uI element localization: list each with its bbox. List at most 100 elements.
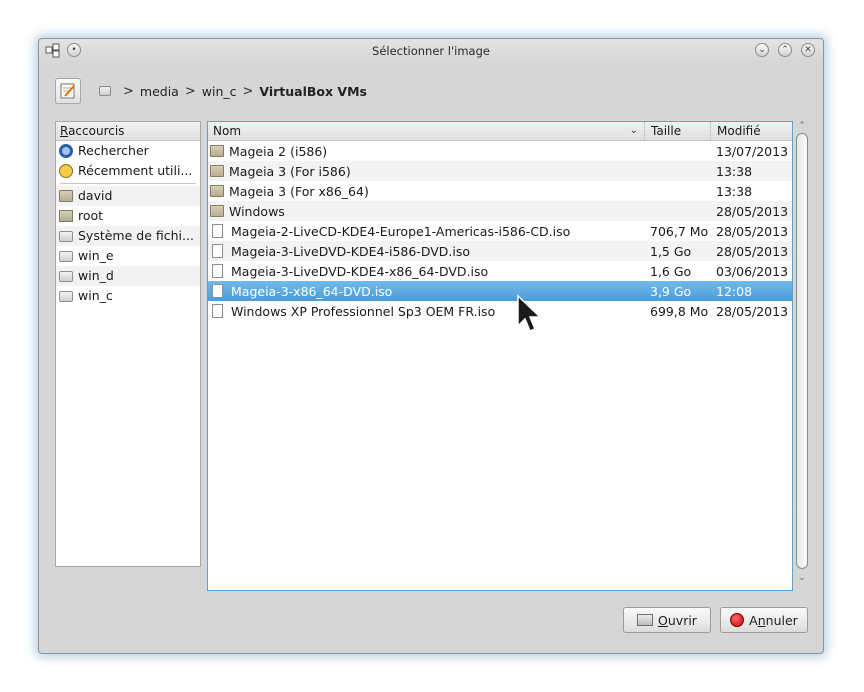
file-name: Mageia-3-LiveDVD-KDE4-x86_64-DVD.iso <box>231 263 489 279</box>
places-item-filesystem[interactable]: Système de fichi... <box>56 226 200 246</box>
table-row-selected[interactable]: Mageia-3-x86_64-DVD.iso 3,9 Go 12:08 <box>208 281 792 301</box>
folder-icon <box>210 185 224 197</box>
document-icon <box>212 224 223 238</box>
file-modified: 13:38 <box>716 183 753 199</box>
file-name: Mageia-2-LiveCD-KDE4-Europe1-Americas-i5… <box>231 223 571 239</box>
file-name: Windows <box>229 203 285 219</box>
places-item-label: root <box>78 208 104 223</box>
file-list[interactable]: Nom ⌄ Taille Modifié Mageia 2 (i586) 13/… <box>207 121 793 591</box>
chevron-right-icon: > <box>242 83 254 99</box>
crumb-win-c[interactable]: win_c <box>202 84 237 99</box>
places-item-root[interactable]: root <box>56 206 200 226</box>
places-item-win-d[interactable]: win_d <box>56 266 200 286</box>
vertical-scrollbar[interactable]: ⌃ ⌄ <box>795 121 809 591</box>
chevron-right-icon: > <box>123 83 134 99</box>
clock-icon <box>59 164 73 178</box>
drive-icon <box>59 230 73 242</box>
file-size: 1,6 Go <box>650 263 692 279</box>
open-accel: O <box>658 612 668 628</box>
folder-open-icon <box>637 614 654 626</box>
search-icon <box>59 144 73 158</box>
root-drive-icon[interactable] <box>99 86 111 96</box>
folder-icon <box>210 165 224 177</box>
file-modified: 13:38 <box>716 163 753 179</box>
table-row[interactable]: Mageia-2-LiveCD-KDE4-Europe1-Americas-i5… <box>208 221 792 241</box>
mouse-pointer-icon <box>517 294 542 332</box>
divider <box>60 183 196 184</box>
cancel-button[interactable]: An nuler <box>720 607 808 633</box>
file-size: 1,5 Go <box>650 243 692 259</box>
places-item-recent[interactable]: Récemment utili... <box>56 161 200 181</box>
file-dialog-window: • Sélectionner l'image ⌄ ⌃ ✕ > media > w… <box>38 38 824 654</box>
file-modified: 13/07/2013 <box>716 143 789 159</box>
file-modified: 28/05/2013 <box>716 243 789 259</box>
table-row[interactable]: Windows XP Professionnel Sp3 OEM FR.iso … <box>208 301 792 321</box>
open-button[interactable]: Ouvrir <box>623 607 711 633</box>
scroll-up-arrow-icon[interactable]: ⌃ <box>795 121 809 131</box>
edit-icon <box>60 83 75 99</box>
places-item-win-e[interactable]: win_e <box>56 246 200 266</box>
minimize-button[interactable]: ⌄ <box>755 43 769 57</box>
folder-icon <box>59 190 73 202</box>
maximize-button[interactable]: ⌃ <box>778 43 792 57</box>
cancel-icon <box>730 613 745 627</box>
crumb-current[interactable]: VirtualBox VMs <box>259 84 367 99</box>
scroll-down-arrow-icon[interactable]: ⌄ <box>795 573 809 583</box>
chevron-down-icon[interactable]: ⌄ <box>630 122 638 140</box>
cancel-prefix: A <box>749 612 758 628</box>
file-list-header: Nom ⌄ Taille Modifié <box>208 122 792 141</box>
places-item-search[interactable]: Rechercher <box>56 141 200 161</box>
places-item-win-c[interactable]: win_c <box>56 286 200 306</box>
open-label: uvrir <box>667 612 697 628</box>
folder-icon <box>210 145 224 157</box>
file-name: Mageia 2 (i586) <box>229 143 328 159</box>
file-name: Windows XP Professionnel Sp3 OEM FR.iso <box>231 303 496 319</box>
file-name: Mageia-3-LiveDVD-KDE4-i586-DVD.iso <box>231 243 471 259</box>
table-row[interactable]: Mageia 3 (For i586) 13:38 <box>208 161 792 181</box>
drive-icon <box>59 250 73 262</box>
column-header-name[interactable]: Nom ⌄ <box>208 122 644 140</box>
file-modified: 03/06/2013 <box>716 263 789 279</box>
drive-icon <box>59 270 73 282</box>
file-modified: 28/05/2013 <box>716 303 789 319</box>
file-size: 3,9 Go <box>650 283 692 299</box>
places-header[interactable]: Raccourcis <box>56 122 200 141</box>
column-header-size[interactable]: Taille <box>644 122 710 140</box>
places-item-label: Récemment utili... <box>78 163 193 178</box>
table-row[interactable]: Windows 28/05/2013 <box>208 201 792 221</box>
home-folder-icon <box>59 210 73 222</box>
folder-icon <box>210 205 224 217</box>
places-item-label: win_c <box>78 288 113 303</box>
crumb-media[interactable]: media <box>140 84 179 99</box>
table-row[interactable]: Mageia 3 (For x86_64) 13:38 <box>208 181 792 201</box>
file-size: 699,8 Mo <box>650 303 709 319</box>
chevron-right-icon: > <box>184 83 196 99</box>
title-bar[interactable]: • Sélectionner l'image ⌄ ⌃ ✕ <box>39 39 823 63</box>
table-row[interactable]: Mageia 2 (i586) 13/07/2013 <box>208 141 792 161</box>
edit-path-button[interactable] <box>55 78 81 104</box>
cancel-label: nuler <box>765 612 798 628</box>
document-icon <box>212 284 223 298</box>
table-row[interactable]: Mageia-3-LiveDVD-KDE4-i586-DVD.iso 1,5 G… <box>208 241 792 261</box>
scrollbar-track[interactable] <box>796 133 808 569</box>
file-modified: 12:08 <box>716 283 753 299</box>
file-name: Mageia 3 (For i586) <box>229 163 351 179</box>
file-name: Mageia-3-x86_64-DVD.iso <box>231 283 393 299</box>
drive-icon <box>59 290 73 302</box>
window-title: Sélectionner l'image <box>372 44 490 58</box>
file-name: Mageia 3 (For x86_64) <box>229 183 369 199</box>
places-item-label: david <box>78 188 113 203</box>
cancel-accel: n <box>757 612 766 628</box>
file-size: 706,7 Mo <box>650 223 709 239</box>
table-row[interactable]: Mageia-3-LiveDVD-KDE4-x86_64-DVD.iso 1,6… <box>208 261 792 281</box>
column-name-label: Nom <box>213 124 242 138</box>
document-icon <box>212 264 223 278</box>
places-item-label: Rechercher <box>78 143 149 158</box>
file-modified: 28/05/2013 <box>716 223 789 239</box>
close-button[interactable]: ✕ <box>801 43 815 57</box>
document-icon <box>212 304 223 318</box>
places-item-label: win_e <box>78 248 114 263</box>
places-item-david[interactable]: david <box>56 186 200 206</box>
column-header-modified[interactable]: Modifié <box>710 122 792 140</box>
places-item-label: win_d <box>78 268 114 283</box>
